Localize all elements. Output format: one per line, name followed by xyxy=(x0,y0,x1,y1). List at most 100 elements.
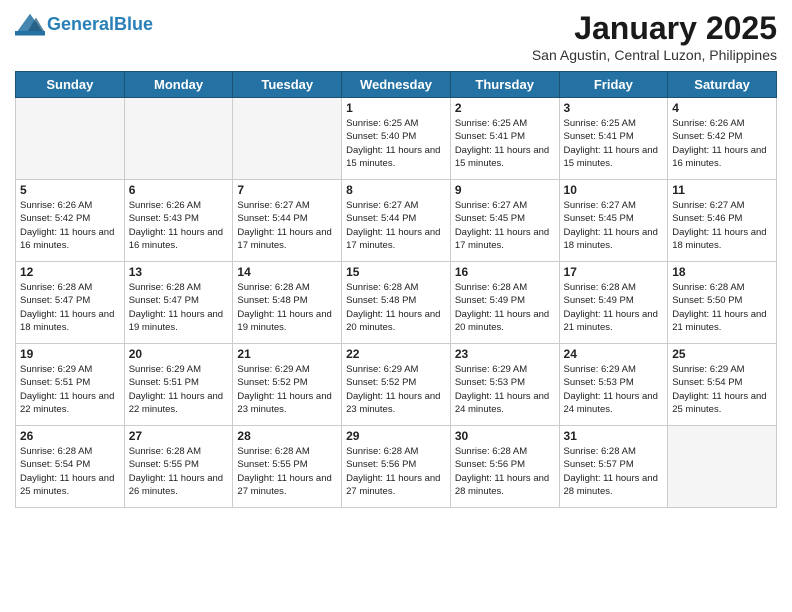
week-row-5: 26 Sunrise: 6:28 AM Sunset: 5:54 PM Dayli… xyxy=(16,426,777,508)
day-number: 5 xyxy=(20,183,120,197)
day-info: Sunrise: 6:28 AM Sunset: 5:49 PM Dayligh… xyxy=(455,281,555,334)
calendar-cell: 5Sunrise: 6:26 AM Sunset: 5:42 PM Daylig… xyxy=(16,180,125,262)
day-number: 10 xyxy=(564,183,664,197)
calendar-cell: 21Sunrise: 6:29 AM Sunset: 5:52 PM Dayli… xyxy=(233,344,342,426)
day-number: 18 xyxy=(672,265,772,279)
day-info: Sunrise: 6:27 AM Sunset: 5:45 PM Dayligh… xyxy=(455,199,555,252)
calendar-cell: 19Sunrise: 6:29 AM Sunset: 5:51 PM Dayli… xyxy=(16,344,125,426)
day-info: Sunrise: 6:29 AM Sunset: 5:52 PM Dayligh… xyxy=(346,363,446,416)
day-info: Sunrise: 6:28 AM Sunset: 5:55 PM Dayligh… xyxy=(129,445,229,498)
day-number: 30 xyxy=(455,429,555,443)
calendar-cell: 10 Sunrise: 6:27 AM Sunset: 5:45 PM Dayli… xyxy=(559,180,668,262)
day-info: Sunrise: 6:28 AM Sunset: 5:49 PM Dayligh… xyxy=(564,281,664,334)
day-number: 7 xyxy=(237,183,337,197)
calendar-cell: 24 Sunrise: 6:29 AM Sunset: 5:53 PM Dayli… xyxy=(559,344,668,426)
day-number: 6 xyxy=(129,183,229,197)
day-number: 22 xyxy=(346,347,446,361)
calendar-cell: 18 Sunrise: 6:28 AM Sunset: 5:50 PM Dayli… xyxy=(668,262,777,344)
calendar-cell: 1Sunrise: 6:25 AM Sunset: 5:40 PM Daylig… xyxy=(342,98,451,180)
day-info: Sunrise: 6:28 AM Sunset: 5:54 PM Dayligh… xyxy=(20,445,120,498)
day-info: Sunrise: 6:26 AM Sunset: 5:43 PM Dayligh… xyxy=(129,199,229,252)
month-title: January 2025 xyxy=(532,10,777,47)
day-info: Sunrise: 6:25 AM Sunset: 5:41 PM Dayligh… xyxy=(455,117,555,170)
day-number: 14 xyxy=(237,265,337,279)
day-number: 16 xyxy=(455,265,555,279)
day-info: Sunrise: 6:25 AM Sunset: 5:40 PM Dayligh… xyxy=(346,117,446,170)
day-number: 31 xyxy=(564,429,664,443)
title-section: January 2025 San Agustin, Central Luzon,… xyxy=(532,10,777,63)
week-row-4: 19 Sunrise: 6:29 AM Sunset: 5:51 PM Dayli… xyxy=(16,344,777,426)
day-header-monday: Monday xyxy=(124,72,233,98)
day-number: 2 xyxy=(455,101,555,115)
calendar-cell: 7Sunrise: 6:27 AM Sunset: 5:44 PM Daylig… xyxy=(233,180,342,262)
calendar-cell: 3 Sunrise: 6:25 AM Sunset: 5:41 PM Daylig… xyxy=(559,98,668,180)
calendar-cell: 2 Sunrise: 6:25 AM Sunset: 5:41 PM Daylig… xyxy=(450,98,559,180)
day-number: 3 xyxy=(564,101,664,115)
logo-icon xyxy=(15,10,45,40)
day-number: 29 xyxy=(346,429,446,443)
day-info: Sunrise: 6:28 AM Sunset: 5:57 PM Dayligh… xyxy=(564,445,664,498)
day-header-thursday: Thursday xyxy=(450,72,559,98)
day-number: 15 xyxy=(346,265,446,279)
subtitle: San Agustin, Central Luzon, Philippines xyxy=(532,47,777,63)
calendar-header: SundayMondayTuesdayWednesdayThursdayFrid… xyxy=(16,72,777,98)
day-number: 25 xyxy=(672,347,772,361)
day-number: 8 xyxy=(346,183,446,197)
calendar-cell xyxy=(16,98,125,180)
calendar-table: SundayMondayTuesdayWednesdayThursdayFrid… xyxy=(15,71,777,508)
logo: GeneralBlue xyxy=(15,10,153,40)
day-number: 9 xyxy=(455,183,555,197)
calendar-cell: 22 Sunrise: 6:29 AM Sunset: 5:52 PM Dayli… xyxy=(342,344,451,426)
day-number: 4 xyxy=(672,101,772,115)
day-number: 26 xyxy=(20,429,120,443)
calendar-cell: 15 Sunrise: 6:28 AM Sunset: 5:48 PM Dayli… xyxy=(342,262,451,344)
calendar-cell: 11 Sunrise: 6:27 AM Sunset: 5:46 PM Dayli… xyxy=(668,180,777,262)
day-header-wednesday: Wednesday xyxy=(342,72,451,98)
calendar-page: GeneralBlue January 2025 San Agustin, Ce… xyxy=(0,0,792,518)
day-info: Sunrise: 6:27 AM Sunset: 5:45 PM Dayligh… xyxy=(564,199,664,252)
calendar-cell: 16 Sunrise: 6:28 AM Sunset: 5:49 PM Dayli… xyxy=(450,262,559,344)
day-info: Sunrise: 6:27 AM Sunset: 5:46 PM Dayligh… xyxy=(672,199,772,252)
calendar-cell: 6 Sunrise: 6:26 AM Sunset: 5:43 PM Daylig… xyxy=(124,180,233,262)
week-row-1: 1Sunrise: 6:25 AM Sunset: 5:40 PM Daylig… xyxy=(16,98,777,180)
day-info: Sunrise: 6:29 AM Sunset: 5:53 PM Dayligh… xyxy=(564,363,664,416)
week-row-3: 12 Sunrise: 6:28 AM Sunset: 5:47 PM Dayli… xyxy=(16,262,777,344)
calendar-cell: 9 Sunrise: 6:27 AM Sunset: 5:45 PM Daylig… xyxy=(450,180,559,262)
header-row: SundayMondayTuesdayWednesdayThursdayFrid… xyxy=(16,72,777,98)
calendar-cell: 25 Sunrise: 6:29 AM Sunset: 5:54 PM Dayli… xyxy=(668,344,777,426)
calendar-cell: 31 Sunrise: 6:28 AM Sunset: 5:57 PM Dayli… xyxy=(559,426,668,508)
day-info: Sunrise: 6:29 AM Sunset: 5:51 PM Dayligh… xyxy=(129,363,229,416)
calendar-cell: 27Sunrise: 6:28 AM Sunset: 5:55 PM Dayli… xyxy=(124,426,233,508)
day-number: 21 xyxy=(237,347,337,361)
day-info: Sunrise: 6:28 AM Sunset: 5:47 PM Dayligh… xyxy=(20,281,120,334)
day-info: Sunrise: 6:28 AM Sunset: 5:47 PM Dayligh… xyxy=(129,281,229,334)
day-number: 12 xyxy=(20,265,120,279)
day-number: 19 xyxy=(20,347,120,361)
day-number: 28 xyxy=(237,429,337,443)
day-number: 11 xyxy=(672,183,772,197)
calendar-cell: 13Sunrise: 6:28 AM Sunset: 5:47 PM Dayli… xyxy=(124,262,233,344)
day-header-saturday: Saturday xyxy=(668,72,777,98)
calendar-cell: 29 Sunrise: 6:28 AM Sunset: 5:56 PM Dayli… xyxy=(342,426,451,508)
header: GeneralBlue January 2025 San Agustin, Ce… xyxy=(15,10,777,63)
day-info: Sunrise: 6:28 AM Sunset: 5:50 PM Dayligh… xyxy=(672,281,772,334)
calendar-cell: 8 Sunrise: 6:27 AM Sunset: 5:44 PM Daylig… xyxy=(342,180,451,262)
day-number: 23 xyxy=(455,347,555,361)
calendar-cell: 26 Sunrise: 6:28 AM Sunset: 5:54 PM Dayli… xyxy=(16,426,125,508)
day-info: Sunrise: 6:28 AM Sunset: 5:48 PM Dayligh… xyxy=(346,281,446,334)
calendar-cell: 28Sunrise: 6:28 AM Sunset: 5:55 PM Dayli… xyxy=(233,426,342,508)
calendar-cell: 4Sunrise: 6:26 AM Sunset: 5:42 PM Daylig… xyxy=(668,98,777,180)
calendar-body: 1Sunrise: 6:25 AM Sunset: 5:40 PM Daylig… xyxy=(16,98,777,508)
logo-text: GeneralBlue xyxy=(47,15,153,35)
day-number: 24 xyxy=(564,347,664,361)
day-info: Sunrise: 6:28 AM Sunset: 5:48 PM Dayligh… xyxy=(237,281,337,334)
day-info: Sunrise: 6:29 AM Sunset: 5:53 PM Dayligh… xyxy=(455,363,555,416)
day-info: Sunrise: 6:27 AM Sunset: 5:44 PM Dayligh… xyxy=(346,199,446,252)
day-info: Sunrise: 6:25 AM Sunset: 5:41 PM Dayligh… xyxy=(564,117,664,170)
calendar-cell xyxy=(233,98,342,180)
day-info: Sunrise: 6:28 AM Sunset: 5:56 PM Dayligh… xyxy=(346,445,446,498)
day-number: 17 xyxy=(564,265,664,279)
day-header-friday: Friday xyxy=(559,72,668,98)
calendar-cell xyxy=(668,426,777,508)
day-info: Sunrise: 6:29 AM Sunset: 5:54 PM Dayligh… xyxy=(672,363,772,416)
